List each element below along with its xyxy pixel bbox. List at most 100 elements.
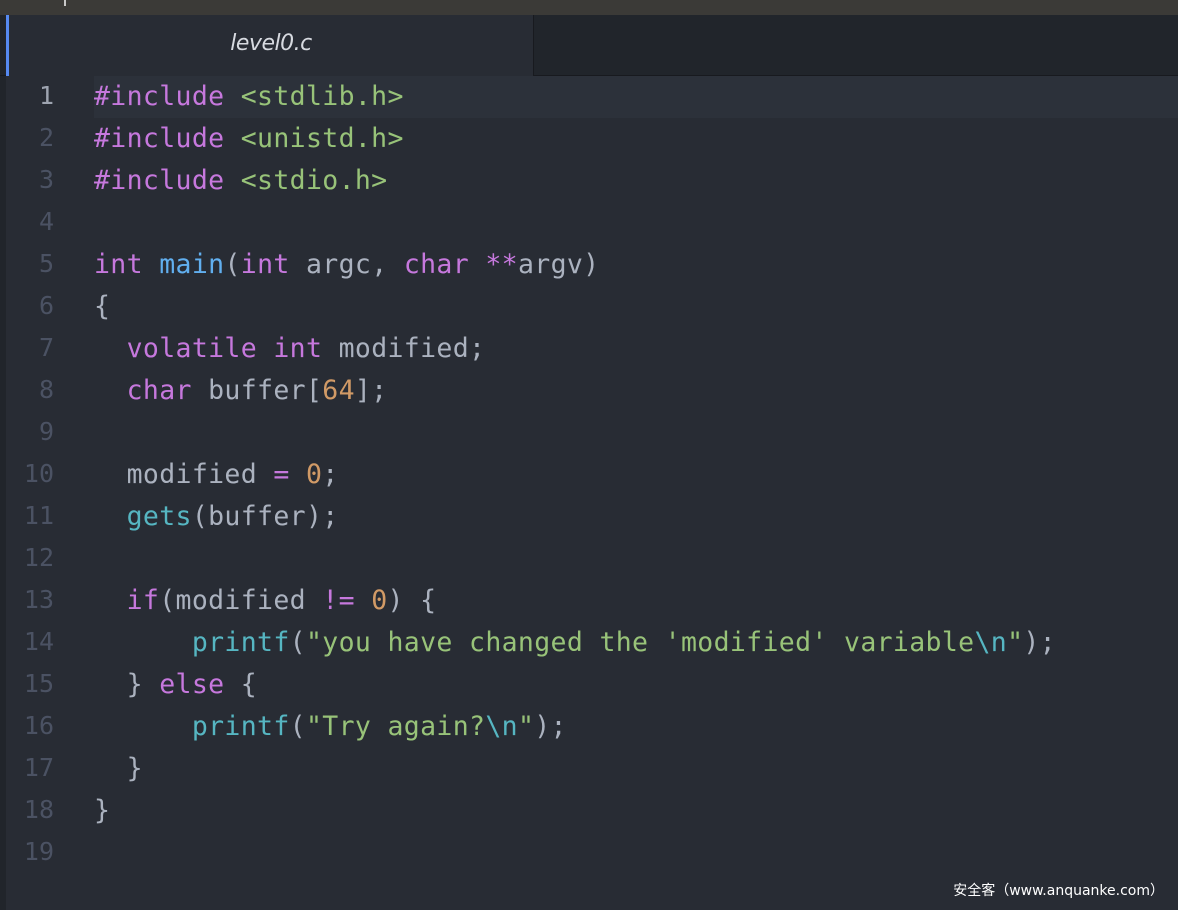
code-token: ; [322,459,339,490]
line-number: 2 [38,123,54,152]
code-token: " [1007,627,1024,658]
code-line[interactable]: 2 #include <unistd.h> [6,118,1178,160]
code-line[interactable]: 1 #include <stdlib.h> [6,76,1178,118]
code-token: ); [1023,627,1056,658]
code-token: 64 [322,375,355,406]
code-text[interactable]: printf("Try again?\n"); [94,706,1178,748]
code-text[interactable]: volatile int modified; [94,328,1178,370]
code-token: (buffer); [191,501,339,532]
code-text[interactable]: { [94,286,1178,328]
code-token: modified [94,459,274,490]
line-number: 1 [38,81,54,110]
code-text[interactable] [94,412,1178,454]
code-token: 0 [305,459,323,490]
code-text[interactable]: printf("you have changed the 'modified' … [94,622,1178,664]
code-token: char [126,375,192,406]
code-token: \n [974,627,1008,658]
code-token: volatile [126,333,258,364]
code-text[interactable]: #include <stdio.h> [94,160,1178,202]
code-text[interactable]: gets(buffer); [94,496,1178,538]
code-line[interactable]: 14 printf("you have changed the 'modifie… [6,622,1178,664]
code-token: modified; [322,333,486,364]
code-line[interactable]: 11 gets(buffer); [6,496,1178,538]
code-token: ); [534,711,567,742]
code-line[interactable]: 6{ [6,286,1178,328]
code-token: char [403,249,470,280]
code-token: ]; [354,375,388,406]
line-number: 17 [23,753,54,782]
line-number: 19 [23,837,54,866]
code-token: ** [485,249,518,280]
watermark: 安全客（www.anquanke.com） [953,883,1164,899]
code-text[interactable]: } else { [94,664,1178,706]
code-line[interactable]: 17 } [6,748,1178,790]
line-number: 18 [23,795,54,824]
line-number: 4 [38,207,54,236]
window-top-bar [0,0,1178,15]
line-number: 10 [23,459,54,488]
code-token: argv) [517,249,600,280]
code-line[interactable]: 19 [6,832,1178,874]
code-line[interactable]: 13 if(modified != 0) { [6,580,1178,622]
code-line[interactable]: 7 volatile int modified; [6,328,1178,370]
code-line[interactable]: 16 printf("Try again?\n"); [6,706,1178,748]
code-token: #include [94,123,225,154]
code-text[interactable]: #include <stdlib.h> [94,76,1178,118]
code-token: argc, [289,249,404,280]
code-token: } [94,795,111,826]
line-number: 7 [38,333,54,362]
line-number: 6 [38,291,54,320]
line-number: 16 [23,711,54,740]
code-line[interactable]: 10 modified = 0; [6,454,1178,496]
code-token: gets [126,501,192,532]
code-line[interactable]: 9 [6,412,1178,454]
code-token: } [94,669,160,700]
code-token: printf [191,711,290,742]
code-text[interactable]: modified = 0; [94,454,1178,496]
code-token: int [94,249,143,280]
code-text[interactable]: #include <unistd.h> [94,118,1178,160]
text-caret [64,0,66,6]
code-token: <unistd.h> [240,123,404,154]
code-token: <stdio.h> [240,165,388,196]
code-line[interactable]: 18} [6,790,1178,832]
code-text[interactable] [94,832,1178,874]
code-text[interactable] [94,202,1178,244]
code-line[interactable]: 15 } else { [6,664,1178,706]
code-line[interactable]: 12 [6,538,1178,580]
code-token: ( [224,249,241,280]
code-token: \n [485,711,518,742]
code-text[interactable] [94,538,1178,580]
code-token: int [240,249,290,280]
code-token: else [159,669,225,700]
code-token: main [159,249,225,280]
code-token: <stdlib.h> [240,81,404,112]
code-token: "Try again? [305,711,486,742]
code-token: = [273,459,290,490]
line-number: 11 [23,501,54,530]
code-text[interactable]: if(modified != 0) { [94,580,1178,622]
code-text[interactable]: char buffer[64]; [94,370,1178,412]
code-line[interactable]: 8 char buffer[64]; [6,370,1178,412]
code-token: "you have changed the 'modified' variabl… [305,627,975,658]
line-number: 15 [23,669,54,698]
line-number: 8 [38,375,54,404]
code-line[interactable]: 4 [6,202,1178,244]
line-number: 9 [38,417,54,446]
code-token: (modified [159,585,323,616]
code-line[interactable]: 5 int main(int argc, char **argv) [6,244,1178,286]
code-text[interactable]: int main(int argc, char **argv) [94,244,1178,286]
line-number: 12 [23,543,54,572]
code-text[interactable]: } [94,790,1178,832]
tab-level0-c[interactable]: level0.c [6,15,534,76]
code-text[interactable]: } [94,748,1178,790]
code-token: != [322,585,355,616]
code-line[interactable]: 3 #include <stdio.h> [6,160,1178,202]
code-editor[interactable]: 1 #include <stdlib.h> 2 #include <unistd.h>… [6,76,1178,910]
